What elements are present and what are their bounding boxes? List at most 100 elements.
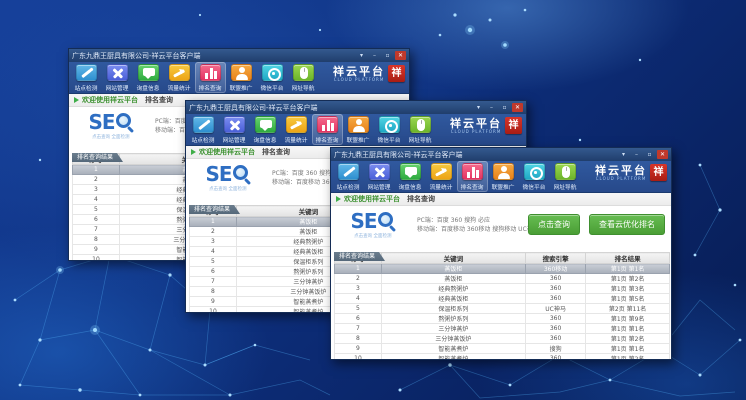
cell-index: 8 <box>190 287 237 297</box>
toolbar-item[interactable]: 网站管理 <box>364 161 395 192</box>
window-title: 广东九鼎王厨具有限公司-祥云平台客户端 <box>334 150 618 160</box>
mouse-icon <box>411 117 430 132</box>
window-titlebar[interactable]: 广东九鼎王厨具有限公司-祥云平台客户端 ▾ – ▫ ✕ <box>69 49 409 62</box>
toolbar-item-label: 联盟推广 <box>347 135 370 144</box>
toolbar-item-label: 询盘信息 <box>137 83 160 92</box>
cell-engine: UC神马 <box>525 304 585 314</box>
tab-ranking-results[interactable]: 排名查询结果 <box>72 153 123 162</box>
maximize-button[interactable]: ▫ <box>644 150 655 159</box>
maximize-button[interactable]: ▫ <box>382 51 393 60</box>
toolbar-item[interactable]: 网址导航 <box>405 114 436 145</box>
close-button[interactable]: ✕ <box>512 103 523 112</box>
cell-rank: 第1页 第1名 <box>586 344 670 354</box>
table-row[interactable]: 7 三分钟蒸炉 360 第1页 第1名 <box>335 324 670 334</box>
skin-button[interactable]: ▾ <box>618 150 629 159</box>
toolbar-item[interactable]: 询盘信息 <box>133 62 164 93</box>
table-row[interactable]: 6 熬粥炉系列 360 第1页 第9名 <box>335 314 670 324</box>
pencil-icon <box>339 164 358 179</box>
toolbar-item[interactable]: 流量统计 <box>164 62 195 93</box>
toolbar-item[interactable]: 流量统计 <box>281 114 312 145</box>
cell-engine: 360 <box>525 274 585 284</box>
seo-tagline: 点击查询 全面检测 <box>354 232 391 238</box>
window-title: 广东九鼎王厨具有限公司-祥云平台客户端 <box>72 51 356 61</box>
engine-info: PC端：百度 360 搜狗 必应 移动端：百度移动 360移动 搜狗移动 UC神… <box>417 216 539 234</box>
table-row[interactable]: 2 蒸饭柜 360 第1页 第2名 <box>335 274 670 284</box>
cell-index: 5 <box>335 304 382 314</box>
view-cloud-ranking-button[interactable]: 查看云优化排名 <box>589 214 665 235</box>
toolbar-item[interactable]: 微信平台 <box>374 114 405 145</box>
window-controls: ▾ – ▫ ✕ <box>356 51 406 60</box>
table-row[interactable]: 8 三分钟蒸饭炉 360 第1页 第2名 <box>335 334 670 344</box>
tools-icon <box>370 164 389 179</box>
table-header-row: 序号 关键词 搜索引擎 排名结果 <box>335 253 670 264</box>
table-row[interactable]: 5 保温柜系列 UC神马 第2页 第11名 <box>335 304 670 314</box>
window-titlebar[interactable]: 广东九鼎王厨具有限公司-祥云平台客户端 ▾ – ▫ ✕ <box>186 101 526 114</box>
toolbar-item[interactable]: 联盟推广 <box>488 161 519 192</box>
cell-engine: 360 <box>525 324 585 334</box>
cell-rank: 第1页 第2名 <box>586 274 670 284</box>
window-titlebar[interactable]: 广东九鼎王厨具有限公司-祥云平台客户端 ▾ – ▫ ✕ <box>331 148 671 161</box>
pc-engines-line: PC端：百度 360 搜狗 必应 <box>417 216 539 225</box>
cell-engine: 搜狗 <box>525 344 585 354</box>
toolbar-item[interactable]: 网站管理 <box>219 114 250 145</box>
toolbar-item[interactable]: 网址导航 <box>550 161 581 192</box>
cell-index: 10 <box>73 255 120 262</box>
target-icon <box>263 65 282 80</box>
toolbar-item[interactable]: 网站管理 <box>102 62 133 93</box>
toolbar-item[interactable]: 微信平台 <box>519 161 550 192</box>
query-button[interactable]: 点击查询 <box>528 214 580 235</box>
skin-button[interactable]: ▾ <box>356 51 367 60</box>
tab-ranking-results[interactable]: 排名查询结果 <box>334 252 385 261</box>
toolbar-item[interactable]: 联盟推广 <box>343 114 374 145</box>
cell-index: 5 <box>73 205 120 215</box>
toolbar-item-label: 微信平台 <box>378 135 401 144</box>
chat-icon <box>401 164 420 179</box>
minimize-button[interactable]: – <box>486 103 497 112</box>
toolbar-item[interactable]: 微信平台 <box>257 62 288 93</box>
cell-index: 1 <box>335 264 382 274</box>
trend-icon <box>287 117 306 132</box>
chat-icon <box>139 65 158 80</box>
cell-index: 9 <box>73 245 120 255</box>
seo-logo: SE 点击查询 全面检测 <box>192 164 264 192</box>
close-button[interactable]: ✕ <box>395 51 406 60</box>
toolbar-item[interactable]: 询盘信息 <box>250 114 281 145</box>
toolbar-item[interactable]: 排名查询 <box>457 161 488 192</box>
toolbar-item[interactable]: 排名查询 <box>312 114 343 145</box>
brand-title: 祥云平台 <box>333 66 385 77</box>
table-row[interactable]: 3 经典熬粥炉 360 第1页 第3名 <box>335 284 670 294</box>
toolbar-item-label: 网址导航 <box>292 83 315 92</box>
cell-index: 9 <box>335 344 382 354</box>
toolbar-item[interactable]: 询盘信息 <box>395 161 426 192</box>
pencil-icon <box>77 65 96 80</box>
close-button[interactable]: ✕ <box>657 150 668 159</box>
table-row[interactable]: 9 智能蒸煮炉 搜狗 第1页 第1名 <box>335 344 670 354</box>
toolbar-item[interactable]: 排名查询 <box>195 62 226 93</box>
content-area: 欢迎使用祥云平台 排名查询 SE 点击查询 全面检测 PC端：百度 360 搜狗… <box>331 193 671 360</box>
seo-tagline: 点击查询 全面检测 <box>92 133 129 139</box>
toolbar-item[interactable]: 站点检测 <box>71 62 102 93</box>
cell-index: 2 <box>190 227 237 237</box>
tab-ranking-results[interactable]: 排名查询结果 <box>189 205 240 214</box>
cell-keyword: 三分钟蒸炉 <box>381 324 525 334</box>
cell-index: 5 <box>190 257 237 267</box>
cell-keyword: 保温柜系列 <box>381 304 525 314</box>
ranking-table: 序号 关键词 搜索引擎 排名结果 1 蒸饭柜 360移动 第1页 第1名 2 蒸… <box>334 252 670 360</box>
toolbar-items: 站点检测 网站管理 询盘信息 流量统计 排名查询 联盟推广 微信平台 网址导航 <box>71 62 319 93</box>
cell-rank: 第1页 第3名 <box>586 284 670 294</box>
toolbar-item[interactable]: 流量统计 <box>426 161 457 192</box>
table-row[interactable]: 4 经典蒸饭柜 360 第1页 第5名 <box>335 294 670 304</box>
toolbar-item[interactable]: 站点检测 <box>188 114 219 145</box>
maximize-button[interactable]: ▫ <box>499 103 510 112</box>
minimize-button[interactable]: – <box>631 150 642 159</box>
minimize-button[interactable]: – <box>369 51 380 60</box>
table-row[interactable]: 1 蒸饭柜 360移动 第1页 第1名 <box>335 264 670 274</box>
toolbar-item[interactable]: 网址导航 <box>288 62 319 93</box>
table-row[interactable]: 10 智能蒸煮炉 360 第1页 第2名 <box>335 354 670 361</box>
cell-keyword: 智能蒸煮炉 <box>381 354 525 361</box>
toolbar-item[interactable]: 联盟推广 <box>226 62 257 93</box>
welcome-text: 欢迎使用祥云平台 <box>82 95 138 105</box>
welcome-text: 欢迎使用祥云平台 <box>199 147 255 157</box>
toolbar-item[interactable]: 站点检测 <box>333 161 364 192</box>
skin-button[interactable]: ▾ <box>473 103 484 112</box>
